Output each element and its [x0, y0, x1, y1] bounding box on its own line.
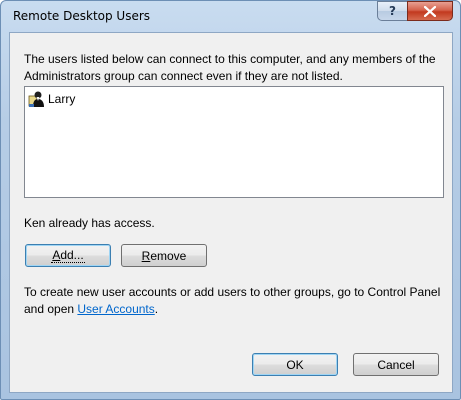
- access-status-text: Ken already has access.: [24, 216, 155, 230]
- remote-desktop-users-dialog: Remote Desktop Users ? The users listed …: [0, 0, 461, 400]
- remove-button[interactable]: Remove: [121, 244, 207, 267]
- user-icon: [28, 91, 44, 107]
- user-name-label: Larry: [48, 92, 76, 106]
- help-button[interactable]: ?: [377, 1, 407, 21]
- close-icon: [424, 5, 436, 17]
- dialog-content: The users listed below can connect to th…: [9, 32, 453, 393]
- user-accounts-link[interactable]: User Accounts: [77, 302, 154, 316]
- users-listbox[interactable]: Larry: [24, 86, 444, 198]
- intro-text: The users listed below can connect to th…: [24, 52, 436, 83]
- title-bar[interactable]: Remote Desktop Users ?: [1, 1, 460, 33]
- add-button-label: Add...: [51, 248, 85, 263]
- ok-button[interactable]: OK: [252, 353, 338, 376]
- create-accounts-text: To create new user accounts or add users…: [24, 285, 441, 316]
- window-title: Remote Desktop Users: [13, 9, 151, 23]
- list-item[interactable]: Larry: [28, 90, 75, 108]
- caption-buttons: ?: [377, 1, 453, 21]
- add-button[interactable]: Add...: [25, 244, 111, 267]
- cancel-button[interactable]: Cancel: [353, 353, 439, 376]
- remove-button-label: Remove: [141, 248, 187, 263]
- help-icon: ?: [389, 4, 396, 18]
- close-button[interactable]: [407, 1, 453, 21]
